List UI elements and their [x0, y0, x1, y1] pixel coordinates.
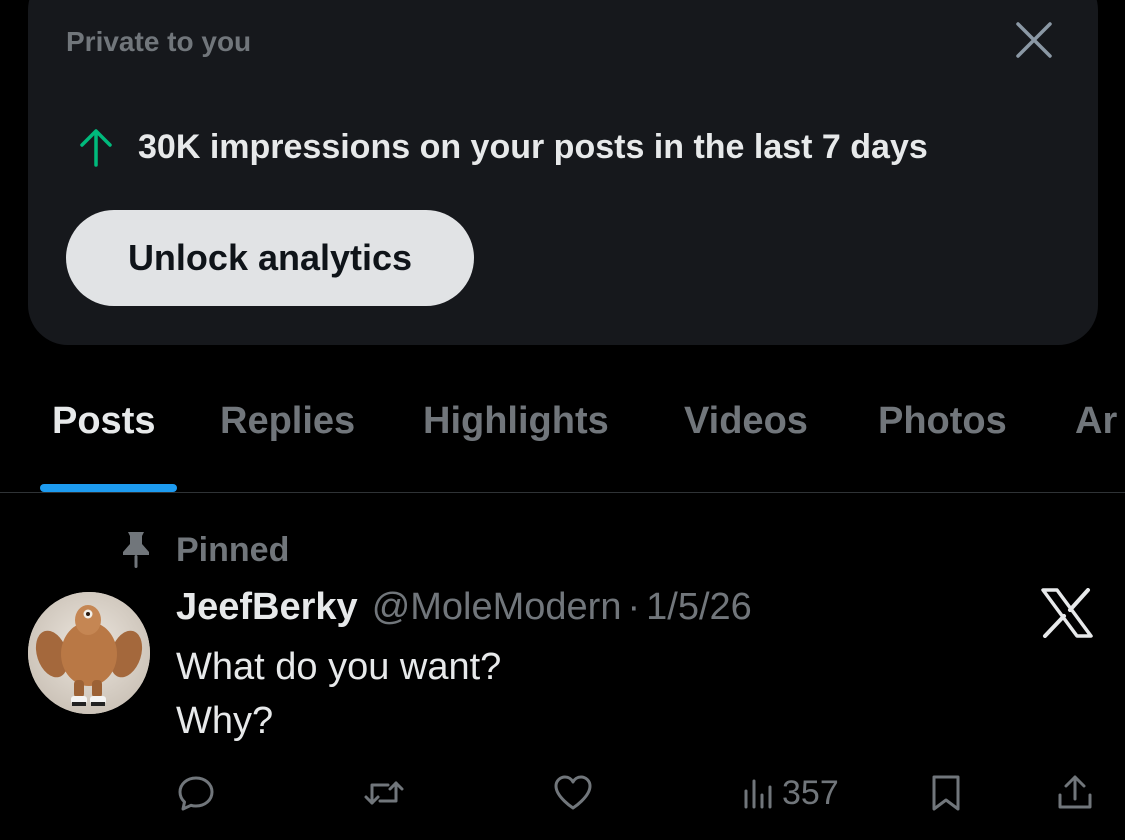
- reply-button[interactable]: [176, 768, 216, 818]
- bookmark-icon: [928, 773, 964, 813]
- repost-button[interactable]: [362, 768, 406, 818]
- impressions-text: 30K impressions on your posts in the las…: [138, 127, 928, 166]
- tab-articles[interactable]: Ar: [1075, 400, 1117, 443]
- views-count: 357: [782, 773, 839, 812]
- heart-icon: [552, 773, 594, 813]
- tab-highlights[interactable]: Highlights: [423, 400, 609, 443]
- avatar[interactable]: [28, 592, 150, 714]
- tab-photos[interactable]: Photos: [878, 400, 1007, 443]
- post-actions: 357: [0, 768, 1125, 818]
- pinned-label: Pinned: [176, 530, 290, 569]
- x-logo-icon: [1040, 588, 1094, 638]
- pinned-indicator: Pinned: [120, 530, 289, 570]
- impressions-stat: 30K impressions on your posts in the las…: [76, 124, 928, 170]
- active-tab-indicator: [40, 484, 177, 492]
- views-icon: [742, 773, 774, 813]
- tab-videos[interactable]: Videos: [684, 400, 808, 443]
- card-title: Private to you: [66, 26, 252, 57]
- post-header: JeefBerky @MoleModern · 1/5/26: [176, 586, 752, 632]
- post-date[interactable]: 1/5/26: [646, 586, 752, 629]
- post-text-line: What do you want?: [176, 646, 502, 688]
- close-button[interactable]: [1010, 18, 1058, 66]
- share-icon: [1056, 773, 1094, 813]
- author-name[interactable]: JeefBerky: [176, 586, 358, 629]
- separator-dot: ·: [627, 586, 641, 628]
- share-button[interactable]: [1056, 768, 1094, 818]
- profile-tabs: Posts Replies Highlights Videos Photos A…: [0, 392, 1125, 493]
- unlock-analytics-button[interactable]: Unlock analytics: [66, 210, 474, 306]
- bookmark-button[interactable]: [928, 768, 964, 818]
- reply-icon: [176, 773, 216, 813]
- close-icon: [1014, 20, 1054, 65]
- pin-icon: [120, 530, 152, 570]
- tab-posts[interactable]: Posts: [52, 400, 155, 443]
- views-button[interactable]: 357: [742, 768, 839, 818]
- tab-replies[interactable]: Replies: [220, 400, 355, 443]
- like-button[interactable]: [552, 768, 594, 818]
- arrow-up-icon: [76, 125, 116, 169]
- author-handle[interactable]: @MoleModern: [372, 586, 622, 629]
- post-text-line: Why?: [176, 700, 274, 742]
- repost-icon: [362, 773, 406, 813]
- post-text: What do you want? Why?: [176, 640, 501, 748]
